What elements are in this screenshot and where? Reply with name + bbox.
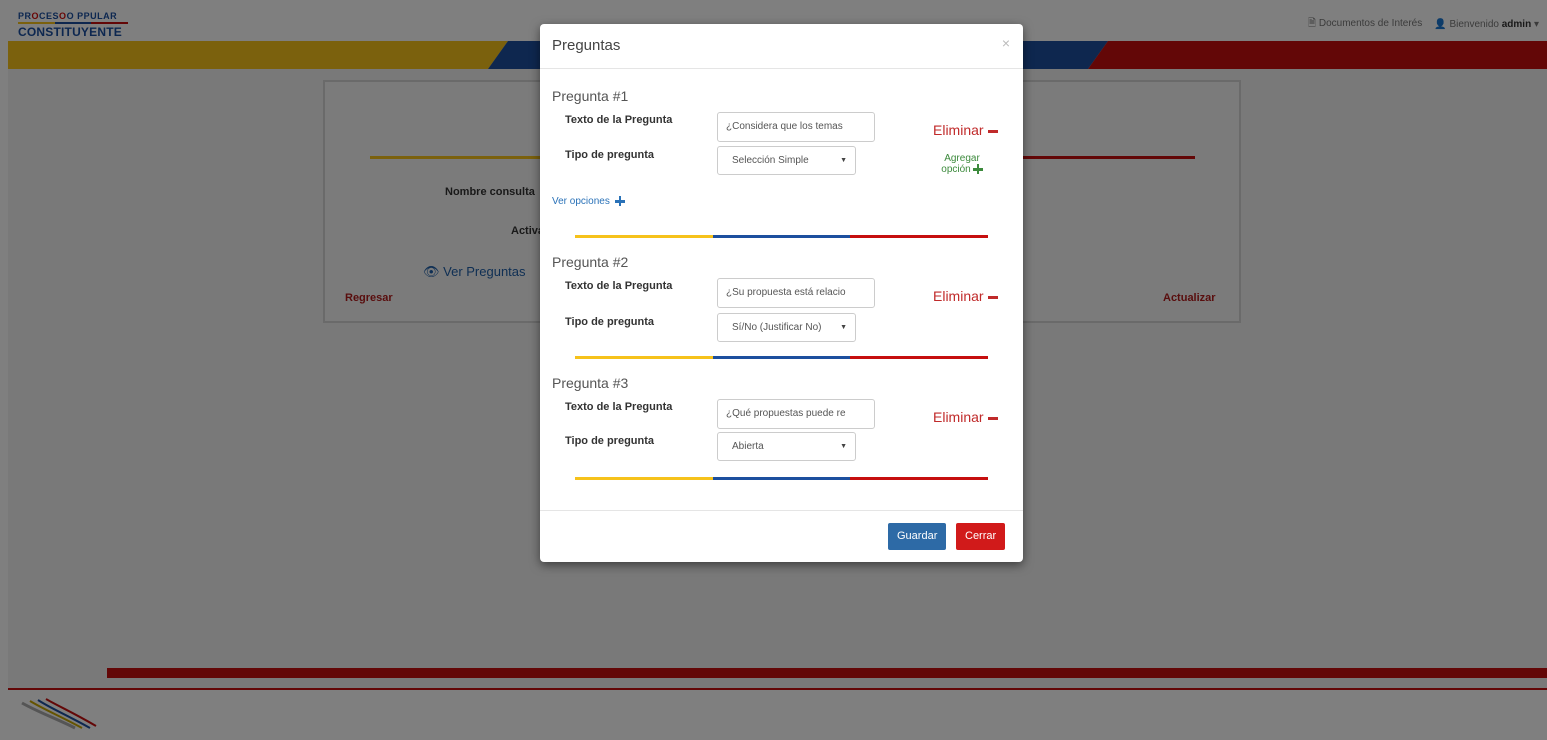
plus-icon xyxy=(972,164,983,175)
close-icon[interactable]: × xyxy=(1002,35,1010,51)
chevron-down-icon: ▼ xyxy=(840,324,847,331)
question-type-value: Selección Simple xyxy=(732,155,809,166)
question-text-input[interactable]: ¿Su propuesta está relacio xyxy=(717,278,875,308)
question-divider xyxy=(575,356,989,359)
chevron-down-icon: ▼ xyxy=(840,157,847,164)
delete-question-label: Eliminar xyxy=(933,122,984,138)
delete-question-label: Eliminar xyxy=(933,409,984,425)
delete-question-button[interactable]: Eliminar xyxy=(933,122,998,138)
question-type-label: Tipo de pregunta xyxy=(565,316,655,328)
question-title: Pregunta #3 xyxy=(552,375,629,391)
question-type-select[interactable]: Sí/No (Justificar No) ▼ xyxy=(717,313,856,342)
question-text-label: Texto de la Pregunta xyxy=(565,401,673,413)
modal-footer: Guardar Cerrar xyxy=(540,510,1023,562)
delete-question-button[interactable]: Eliminar xyxy=(933,409,998,425)
add-option-label-line2: opción xyxy=(941,164,971,175)
question-block-2: Pregunta #2 Texto de la Pregunta ¿Su pro… xyxy=(540,254,1023,364)
save-button[interactable]: Guardar xyxy=(888,523,947,550)
question-type-label: Tipo de pregunta xyxy=(565,435,655,447)
chevron-down-icon: ▼ xyxy=(840,443,847,450)
question-text-input[interactable]: ¿Considera que los temas xyxy=(717,112,875,142)
question-title: Pregunta #1 xyxy=(552,88,629,104)
question-text-input[interactable]: ¿Qué propuestas puede re xyxy=(717,399,875,429)
question-block-3: Pregunta #3 Texto de la Pregunta ¿Qué pr… xyxy=(540,375,1023,485)
delete-question-button[interactable]: Eliminar xyxy=(933,288,998,304)
modal-title: Preguntas xyxy=(552,37,621,54)
modal-header: Preguntas × xyxy=(540,24,1023,69)
add-option-button[interactable]: Agregar opción xyxy=(932,153,992,175)
preguntas-modal: Preguntas × Pregunta #1 Texto de la Preg… xyxy=(540,24,1023,562)
question-text-label: Texto de la Pregunta xyxy=(565,280,673,292)
minus-icon xyxy=(987,416,998,420)
question-divider xyxy=(575,235,989,238)
question-type-value: Sí/No (Justificar No) xyxy=(732,322,822,333)
ver-opciones-link[interactable]: Ver opciones xyxy=(552,196,625,207)
minus-icon xyxy=(987,129,998,133)
question-block-1: Pregunta #1 Texto de la Pregunta ¿Consid… xyxy=(540,88,1023,207)
question-type-value: Abierta xyxy=(732,441,764,452)
question-type-select[interactable]: Selección Simple ▼ xyxy=(717,146,856,175)
question-title: Pregunta #2 xyxy=(552,254,629,270)
plus-icon xyxy=(614,196,625,207)
ver-opciones-label: Ver opciones xyxy=(552,196,610,207)
delete-question-label: Eliminar xyxy=(933,288,984,304)
close-button[interactable]: Cerrar xyxy=(956,523,1006,550)
question-text-label: Texto de la Pregunta xyxy=(565,114,673,126)
add-option-label-line1: Agregar xyxy=(944,153,980,164)
question-divider xyxy=(575,477,989,480)
question-type-label: Tipo de pregunta xyxy=(565,149,655,161)
question-type-select[interactable]: Abierta ▼ xyxy=(717,432,856,461)
minus-icon xyxy=(987,295,998,299)
